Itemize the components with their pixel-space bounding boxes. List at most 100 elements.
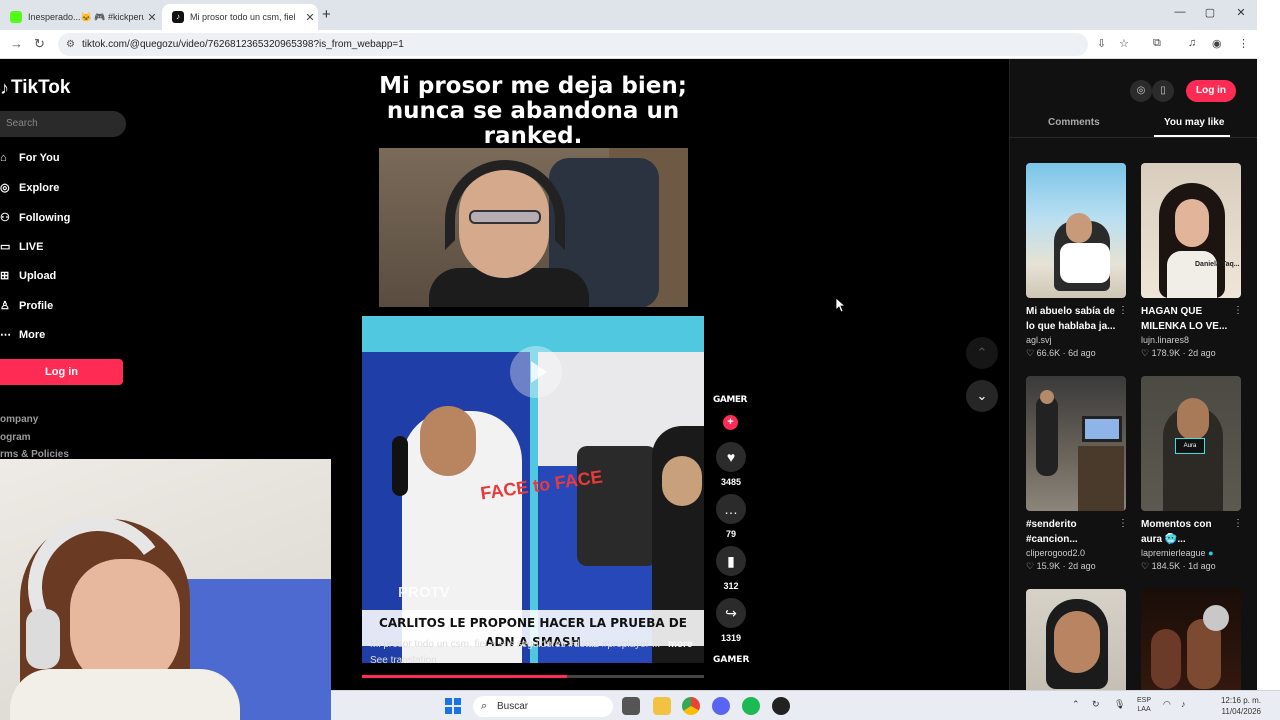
app-icon[interactable] bbox=[772, 697, 790, 715]
sidebar-item-more[interactable]: ⋯ More bbox=[0, 328, 46, 342]
spotify-icon[interactable] bbox=[742, 697, 760, 715]
install-icon[interactable]: ⇩ bbox=[1097, 37, 1106, 50]
video-thumbnail bbox=[1141, 589, 1241, 690]
protv-logo: PROTV bbox=[398, 584, 450, 601]
reload-icon[interactable]: ↻ bbox=[34, 36, 45, 52]
recommended-video-card[interactable]: Mi abuelo sabía de lo que hablaba ja... … bbox=[1026, 163, 1128, 359]
next-video-button[interactable]: ⌄ bbox=[966, 380, 998, 412]
card-title: #senderito #cancion... bbox=[1026, 519, 1078, 545]
sidebar-item-live[interactable]: ▭ LIVE bbox=[0, 240, 44, 254]
card-meta: ♡ 184.5K · 1d ago bbox=[1141, 561, 1216, 571]
browser-tab-tiktok[interactable]: ♪ Mi prosor todo un csm, fiel ✕ bbox=[162, 4, 318, 30]
card-title: Mi abuelo sabía de lo que hablaba ja... bbox=[1026, 306, 1116, 332]
sidebar-item-label: LIVE bbox=[19, 240, 44, 253]
recommended-video-card[interactable] bbox=[1026, 589, 1128, 690]
compass-icon: ◎ bbox=[0, 182, 10, 194]
tab-title: Mi prosor todo un csm, fiel bbox=[190, 12, 296, 22]
address-bar-row: → ↻ ⚙ tiktok.com/@quegozu/video/76268123… bbox=[0, 30, 1257, 59]
kick-favicon-icon bbox=[10, 11, 22, 23]
forward-icon[interactable]: → bbox=[10, 36, 23, 51]
more-button[interactable]: more bbox=[668, 639, 692, 650]
sidebar-item-upload[interactable]: ⊞ Upload bbox=[0, 269, 57, 283]
tiktok-favicon-icon: ♪ bbox=[172, 11, 184, 23]
volume-icon[interactable]: ♪ bbox=[1181, 699, 1186, 709]
media-icon[interactable]: ♫ bbox=[1188, 37, 1196, 49]
like-heart-icon[interactable]: ♥ bbox=[716, 442, 746, 472]
header-login-button[interactable]: Log in bbox=[1186, 80, 1236, 102]
live-icon: ▭ bbox=[0, 241, 11, 253]
minimize-icon[interactable]: — bbox=[1165, 6, 1195, 18]
sidebar-login-button[interactable]: Log in bbox=[0, 359, 123, 385]
tray-sync-icon[interactable]: ↻ bbox=[1092, 699, 1100, 710]
tab-you-may-like[interactable]: You may like bbox=[1164, 117, 1224, 128]
sidebar-item-following[interactable]: ⚇ Following bbox=[0, 211, 70, 225]
comment-icon[interactable]: … bbox=[716, 494, 746, 524]
sidebar-item-label: Profile bbox=[19, 299, 54, 312]
music-disc-icon[interactable]: GAMER bbox=[713, 655, 749, 665]
taskbar-clock[interactable]: 12:16 p. m. 11/04/2026 bbox=[1201, 695, 1261, 717]
chrome-icon[interactable] bbox=[682, 697, 700, 715]
tray-mic-icon[interactable]: 🎙 bbox=[1114, 699, 1125, 710]
discord-icon[interactable] bbox=[712, 697, 730, 715]
footer-link-program[interactable]: ogram bbox=[0, 432, 31, 443]
tray-chevron-icon[interactable]: ⌃ bbox=[1072, 699, 1080, 710]
previous-video-button[interactable]: ⌃ bbox=[966, 337, 998, 369]
verified-badge-icon: ● bbox=[1208, 548, 1214, 558]
windows-start-icon[interactable] bbox=[445, 698, 461, 714]
profile-icon[interactable]: ◉ bbox=[1212, 37, 1222, 50]
close-tab-icon[interactable]: ✕ bbox=[302, 11, 318, 24]
recommended-video-card[interactable] bbox=[1141, 589, 1243, 690]
share-icon[interactable]: ↪ bbox=[716, 598, 746, 628]
recommended-video-card[interactable]: Aura Momentos con aura 🥶... ⋮ lapremierl… bbox=[1141, 376, 1243, 572]
tiktok-logo[interactable]: ♪ TikTok bbox=[0, 77, 70, 99]
bookmark-star-icon[interactable]: ☆ bbox=[1119, 37, 1129, 50]
follow-plus-icon[interactable]: + bbox=[723, 415, 738, 430]
card-meta: ♡ 66.6K · 6d ago bbox=[1026, 348, 1096, 358]
card-more-icon[interactable]: ⋮ bbox=[1118, 305, 1128, 316]
taskbar-search[interactable]: ⌕ Buscar bbox=[473, 696, 613, 717]
video-thumbnail bbox=[1026, 376, 1126, 511]
streamer-cam-image bbox=[379, 148, 688, 307]
card-more-icon[interactable]: ⋮ bbox=[1233, 305, 1243, 316]
new-tab-button[interactable]: + bbox=[322, 6, 331, 23]
footer-link-company[interactable]: ompany bbox=[0, 414, 38, 425]
card-author: agl.svj bbox=[1026, 335, 1052, 345]
device-icon[interactable]: ▯ bbox=[1152, 80, 1174, 102]
card-author: lapremierleague ● bbox=[1141, 548, 1214, 558]
sidebar-item-label: Upload bbox=[19, 269, 57, 282]
sidebar-item-for-you[interactable]: ⌂ For You bbox=[0, 152, 60, 164]
video-progress-bar[interactable] bbox=[362, 675, 704, 678]
sidebar-item-label: More bbox=[19, 328, 46, 341]
browser-tab-bar: Inesperado...🐱 🎮 #kickperu ✕ ♪ Mi prosor… bbox=[0, 0, 1257, 30]
creator-avatar[interactable]: GAMER bbox=[713, 395, 747, 415]
task-view-icon[interactable] bbox=[622, 697, 640, 715]
menu-icon[interactable]: ⋮ bbox=[1238, 37, 1249, 50]
file-explorer-icon[interactable] bbox=[653, 697, 671, 715]
sidebar-item-explore[interactable]: ◎ Explore bbox=[0, 181, 59, 195]
site-info-icon[interactable]: ⚙ bbox=[66, 33, 75, 56]
url-field[interactable]: ⚙ tiktok.com/@quegozu/video/762681236532… bbox=[58, 33, 1088, 56]
right-panel: ◎ ▯ Log in Comments You may like Mi abue… bbox=[1009, 59, 1257, 690]
tab-comments[interactable]: Comments bbox=[1048, 117, 1100, 128]
wifi-icon[interactable]: ◠ bbox=[1163, 699, 1171, 710]
see-translation-link[interactable]: See translation bbox=[370, 655, 437, 666]
play-icon[interactable] bbox=[510, 346, 562, 398]
close-tab-icon[interactable]: ✕ bbox=[144, 11, 160, 24]
extensions-icon[interactable]: ⧉ bbox=[1153, 37, 1161, 50]
video-thumbnail bbox=[1026, 163, 1126, 298]
maximize-icon[interactable]: ▢ bbox=[1195, 6, 1225, 19]
recommended-video-card[interactable]: #senderito #cancion... ⋮ cliperogood2.0 … bbox=[1026, 376, 1128, 572]
video-thumbnail: Aura bbox=[1141, 376, 1241, 511]
lang-line: LAA bbox=[1137, 706, 1151, 713]
search-input[interactable]: Search bbox=[0, 111, 126, 137]
browser-tab-kick[interactable]: Inesperado...🐱 🎮 #kickperu ✕ bbox=[0, 4, 160, 30]
language-indicator[interactable]: ESP LAA bbox=[1137, 696, 1151, 714]
bookmark-icon[interactable]: ▮ bbox=[716, 546, 746, 576]
recommended-video-card[interactable]: Daniela Taq... HAGAN QUE MILENKA LO VE..… bbox=[1141, 163, 1243, 359]
sidebar-item-profile[interactable]: ♙ Profile bbox=[0, 299, 54, 313]
card-more-icon[interactable]: ⋮ bbox=[1233, 518, 1243, 529]
card-more-icon[interactable]: ⋮ bbox=[1118, 518, 1128, 529]
thumbnail-name-tag: Daniela Taq... bbox=[1195, 261, 1240, 268]
compass-icon[interactable]: ◎ bbox=[1130, 80, 1152, 102]
close-window-icon[interactable]: ✕ bbox=[1226, 6, 1256, 19]
